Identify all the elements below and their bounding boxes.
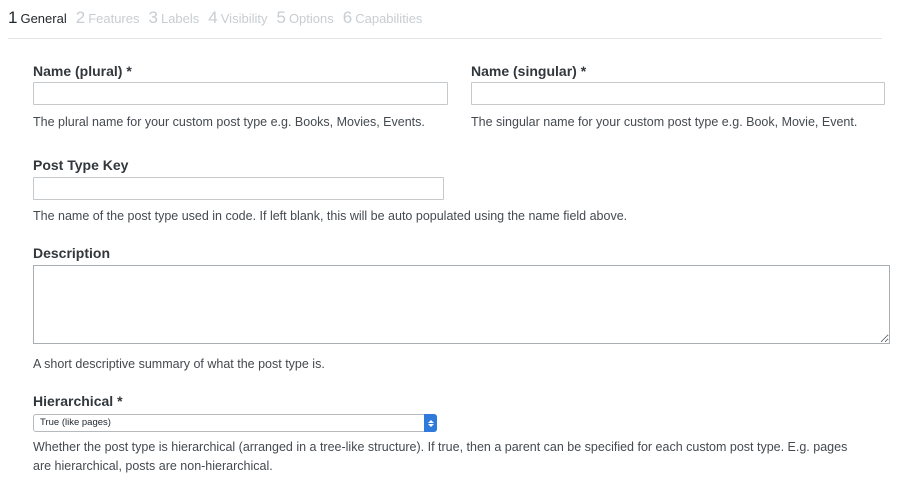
tab-number: 5 [276, 8, 286, 27]
tabs-divider [8, 38, 882, 39]
tab-label: Features [88, 11, 140, 26]
post-type-key-help: The name of the post type used in code. … [33, 209, 628, 223]
tab-number: 4 [208, 8, 218, 27]
tab-number: 1 [8, 8, 18, 27]
tab-number: 6 [342, 8, 353, 27]
tab-number: 3 [148, 8, 158, 27]
hierarchical-select[interactable]: True (like pages) [33, 414, 437, 432]
hierarchical-help: Whether the post type is hierarchical (a… [33, 438, 893, 476]
tab-features[interactable]: 2 Features [76, 8, 140, 28]
tab-number: 2 [75, 8, 86, 27]
post-type-key-input[interactable] [33, 177, 444, 200]
select-arrows-icon [424, 414, 437, 432]
hierarchical-selected-value: True (like pages) [40, 417, 111, 428]
tab-label: Capabilities [355, 11, 423, 26]
label-text: Hierarchical [33, 393, 114, 409]
tab-label: General [20, 11, 67, 26]
name-singular-input[interactable] [471, 82, 885, 105]
required-marker: * [117, 393, 123, 409]
description-label: Description [33, 245, 111, 261]
tab-label: Visibility [220, 11, 268, 26]
label-text: Name (plural) [33, 63, 123, 79]
post-type-key-label: Post Type Key [33, 157, 129, 173]
tab-capabilities[interactable]: 6 Capabilities [343, 8, 423, 28]
label-text: Name (singular) [471, 63, 577, 79]
hierarchical-label: Hierarchical * [33, 393, 123, 409]
name-singular-label: Name (singular) * [471, 63, 586, 79]
tab-options[interactable]: 5 Options [276, 8, 333, 28]
tab-general[interactable]: 1 General [8, 8, 67, 28]
name-singular-help: The singular name for your custom post t… [471, 115, 858, 129]
name-plural-help: The plural name for your custom post typ… [33, 115, 425, 129]
hierarchical-help-line1: Whether the post type is hierarchical (a… [33, 440, 848, 454]
name-plural-input[interactable] [33, 82, 448, 105]
description-textarea[interactable] [33, 265, 890, 344]
description-help: A short descriptive summary of what the … [33, 357, 325, 371]
tab-label: Labels [160, 11, 200, 26]
required-marker: * [580, 63, 587, 79]
tab-label: Options [288, 11, 334, 26]
name-plural-label: Name (plural) * [33, 63, 132, 79]
required-marker: * [126, 63, 132, 79]
tab-visibility[interactable]: 4 Visibility [208, 8, 267, 28]
tab-labels[interactable]: 3 Labels [149, 8, 200, 28]
hierarchical-help-line2: are hierarchical, posts are non-hierarch… [33, 459, 273, 473]
wizard-tabs: 1 General 2 Features 3 Labels 4 Visibili… [8, 8, 422, 28]
